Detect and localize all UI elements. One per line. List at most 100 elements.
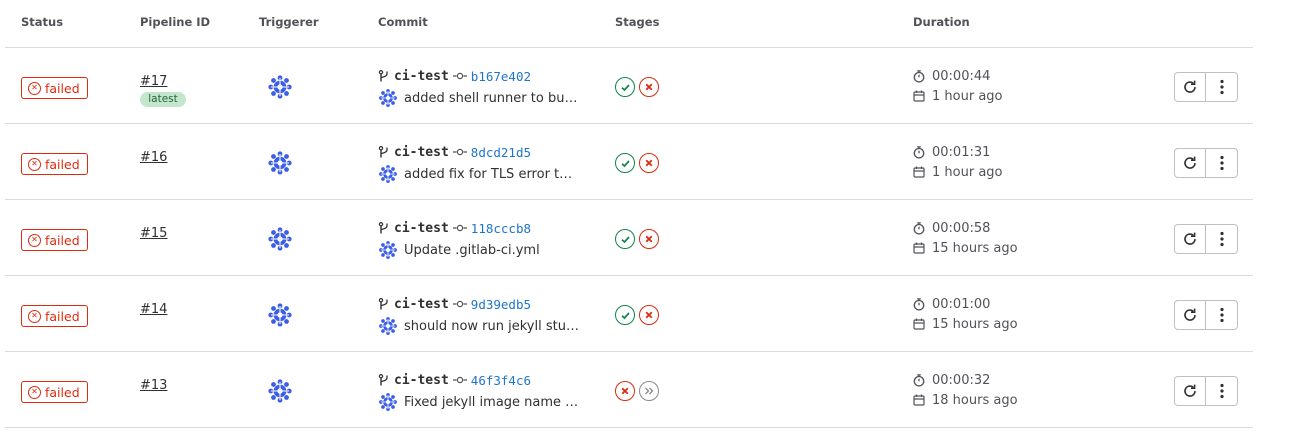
- branch-name[interactable]: ci-test: [394, 221, 449, 236]
- table-row: ✕ failed #16 ci-test 8dcd21d5 added fix …: [5, 124, 1253, 200]
- stage-success-check-circle-icon[interactable]: [615, 77, 635, 97]
- finished-time: 15 hours ago: [932, 240, 1018, 256]
- stage-failed-x-circle-icon[interactable]: [615, 381, 635, 401]
- stopwatch-icon: [913, 145, 925, 159]
- status-badge[interactable]: ✕ failed: [21, 305, 88, 327]
- stage-success-check-circle-icon[interactable]: [615, 229, 635, 249]
- table-row: ✕ failed #15 ci-test 118cccb8 Update .gi…: [5, 200, 1253, 276]
- commit-sha-link[interactable]: 46f3f4c6: [471, 373, 531, 388]
- retry-icon: [1184, 384, 1196, 397]
- triggerer-avatar-icon: [268, 151, 292, 175]
- status-label: failed: [45, 80, 80, 96]
- triggerer-avatar[interactable]: [267, 150, 293, 176]
- commit-icon: [452, 224, 467, 232]
- table-row: ✕ failed #17 latest ci-test b167e402 add…: [5, 48, 1253, 124]
- stage-failed-x-circle-icon[interactable]: [639, 229, 659, 249]
- triggerer-avatar-icon: [268, 379, 292, 403]
- commit-sha-link[interactable]: b167e402: [471, 69, 531, 84]
- duration-value: 00:01:00: [932, 296, 991, 312]
- commit-sha-link[interactable]: 118cccb8: [471, 221, 531, 236]
- retry-button[interactable]: [1174, 72, 1206, 102]
- stage-success-check-circle-icon[interactable]: [615, 153, 635, 173]
- more-actions-button[interactable]: [1206, 72, 1238, 102]
- branch-name[interactable]: ci-test: [394, 145, 449, 160]
- more-actions-button[interactable]: [1206, 300, 1238, 330]
- stage-failed-x-circle-icon[interactable]: [639, 77, 659, 97]
- stages-list: [615, 77, 659, 97]
- header-triggerer: Triggerer: [259, 15, 319, 29]
- retry-button[interactable]: [1174, 300, 1206, 330]
- pipeline-id-link[interactable]: #14: [140, 302, 167, 317]
- commit-message-link[interactable]: Update .gitlab-ci.yml: [404, 243, 540, 258]
- latest-badge: latest: [140, 92, 186, 107]
- status-label: failed: [45, 384, 80, 400]
- duration-value: 00:01:31: [932, 144, 991, 160]
- status-badge[interactable]: ✕ failed: [21, 153, 88, 175]
- triggerer-avatar[interactable]: [267, 226, 293, 252]
- more-actions-button[interactable]: [1206, 376, 1238, 406]
- commit-message-link[interactable]: added shell runner to buil…: [404, 91, 579, 106]
- commit-message-link[interactable]: added fix for TLS error to c…: [404, 167, 579, 182]
- duration-value: 00:00:58: [932, 220, 991, 236]
- retry-button[interactable]: [1174, 148, 1206, 178]
- stopwatch-icon: [913, 69, 925, 83]
- stages-list: [615, 153, 659, 173]
- retry-button[interactable]: [1174, 376, 1206, 406]
- retry-icon: [1184, 308, 1196, 321]
- commit-message-link[interactable]: should now run jekyll stuff…: [404, 319, 579, 334]
- calendar-icon: [913, 166, 925, 178]
- x-circle-icon: ✕: [28, 309, 41, 323]
- stages-list: [615, 381, 659, 401]
- commit-icon: [452, 148, 467, 156]
- kebab-menu-icon: [1219, 155, 1224, 171]
- branch-icon: [378, 146, 388, 158]
- commit-message-link[interactable]: Fixed jekyll image name in…: [404, 395, 579, 410]
- pipeline-id-link[interactable]: #13: [140, 378, 167, 393]
- branch-name[interactable]: ci-test: [394, 69, 449, 84]
- triggerer-avatar-icon: [268, 227, 292, 251]
- calendar-icon: [913, 394, 925, 406]
- branch-name[interactable]: ci-test: [394, 297, 449, 312]
- stage-success-check-circle-icon[interactable]: [615, 305, 635, 325]
- status-badge[interactable]: ✕ failed: [21, 229, 88, 251]
- commit-icon: [452, 72, 467, 80]
- duration-value: 00:00:44: [932, 68, 991, 84]
- header-pipeline-id: Pipeline ID: [140, 15, 211, 29]
- commit-icon: [452, 300, 467, 308]
- commit-author-avatar-icon[interactable]: [378, 88, 398, 108]
- finished-time: 18 hours ago: [932, 392, 1018, 408]
- pipeline-id-link[interactable]: #16: [140, 150, 167, 165]
- status-badge[interactable]: ✕ failed: [21, 381, 88, 403]
- stage-failed-x-circle-icon[interactable]: [639, 305, 659, 325]
- x-circle-icon: ✕: [28, 233, 41, 247]
- retry-icon: [1184, 156, 1196, 169]
- status-badge[interactable]: ✕ failed: [21, 77, 88, 99]
- more-actions-button[interactable]: [1206, 148, 1238, 178]
- pipeline-id-link[interactable]: #17: [140, 74, 167, 89]
- commit-author-avatar-icon[interactable]: [378, 240, 398, 260]
- commit-sha-link[interactable]: 8dcd21d5: [471, 145, 531, 160]
- commit-author-avatar-icon[interactable]: [378, 316, 398, 336]
- table-header: Status Pipeline ID Triggerer Commit Stag…: [5, 0, 1253, 48]
- stopwatch-icon: [913, 297, 925, 311]
- branch-name[interactable]: ci-test: [394, 373, 449, 388]
- branch-icon: [378, 374, 388, 386]
- branch-icon: [378, 298, 388, 310]
- retry-button[interactable]: [1174, 224, 1206, 254]
- commit-author-avatar-icon[interactable]: [378, 392, 398, 412]
- commit-icon: [452, 376, 467, 384]
- stage-failed-x-circle-icon[interactable]: [639, 153, 659, 173]
- calendar-icon: [913, 242, 925, 254]
- calendar-icon: [913, 318, 925, 330]
- more-actions-button[interactable]: [1206, 224, 1238, 254]
- stage-skipped-skipped-chevrons-icon[interactable]: [639, 381, 659, 401]
- triggerer-avatar[interactable]: [267, 378, 293, 404]
- commit-sha-link[interactable]: 9d39edb5: [471, 297, 531, 312]
- commit-author-avatar-icon[interactable]: [378, 164, 398, 184]
- branch-icon: [378, 70, 388, 82]
- retry-icon: [1184, 232, 1196, 245]
- triggerer-avatar[interactable]: [267, 74, 293, 100]
- triggerer-avatar[interactable]: [267, 302, 293, 328]
- pipeline-id-link[interactable]: #15: [140, 226, 167, 241]
- finished-time: 15 hours ago: [932, 316, 1018, 332]
